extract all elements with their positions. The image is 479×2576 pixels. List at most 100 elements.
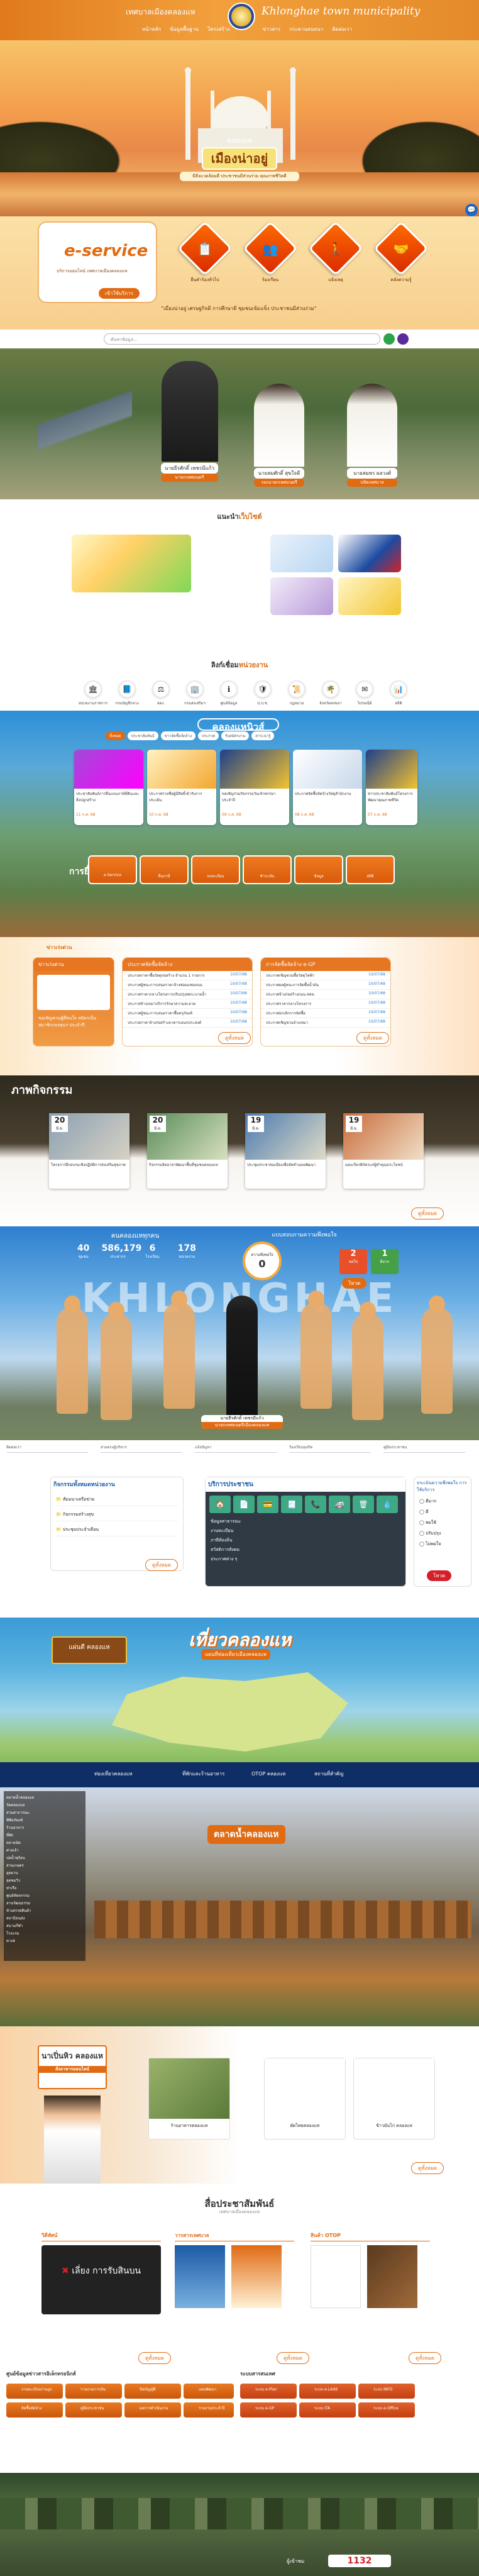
- radio-option[interactable]: ◯ ปรับปรุง: [414, 1528, 471, 1539]
- service-icon[interactable]: 💧: [377, 1496, 398, 1513]
- eservice-card[interactable]: e-service บริการออนไลน์ เทศบาลเมืองคลองแ…: [38, 221, 157, 303]
- strip-item[interactable]: สายตรงผู้บริหาร: [101, 1444, 182, 1453]
- chat-icon[interactable]: 💬: [465, 204, 478, 216]
- tourism-list-item[interactable]: ตลาดน้ำคลองแห: [6, 1794, 83, 1801]
- settings-icon[interactable]: [397, 333, 409, 345]
- journal-cover[interactable]: [231, 2245, 282, 2308]
- info-button[interactable]: คู่มือประชาชน: [65, 2402, 122, 2418]
- link-item[interactable]: 🌴 จังหวัดสงขลา: [313, 680, 348, 706]
- radio-option[interactable]: ◯ ไม่พอใจ: [414, 1539, 471, 1550]
- tourism-list-item[interactable]: ตลาดนัด: [6, 1839, 83, 1846]
- tab-pr[interactable]: ประชาสัมพันธ์: [127, 731, 158, 740]
- more-button[interactable]: ดูทั้งหมด: [277, 2352, 310, 2364]
- more-button[interactable]: ดูทั้งหมด: [409, 2352, 442, 2364]
- efiling-button[interactable]: ข้อมูล: [294, 855, 343, 884]
- more-button[interactable]: ดูทั้งหมด: [356, 1032, 390, 1044]
- service-item[interactable]: 🚶 แจ้งเหตุ: [308, 221, 363, 284]
- tourism-list-item[interactable]: ที่พัก: [6, 1831, 83, 1839]
- service-item[interactable]: 👥 ร้องเรียน: [243, 221, 298, 284]
- radio-option[interactable]: ◯ พอใช้: [414, 1518, 471, 1528]
- list-item[interactable]: 10/07/68 ประกาศยกเลิกการจัดซื้อ: [261, 1009, 390, 1018]
- system-button[interactable]: ระบบ INFO: [358, 2384, 415, 2399]
- news-card[interactable]: ประกาศรายชื่อผู้มีสิทธิ์เข้ารับการประเมิ…: [147, 750, 216, 825]
- list-item[interactable]: 10/07/68 ประกาศราคากลางโครงการปรับปรุงท่อ…: [123, 990, 252, 999]
- executive-card[interactable]: นายสมศักดิ์ สุขใจดี รองนายกเทศมนตรี: [254, 384, 304, 487]
- tourism-list-item[interactable]: สถานีขนส่ง: [6, 1914, 83, 1922]
- list-item[interactable]: 10/07/68 ประกาศผู้ชนะการเสนอราคาจ้างซ่อมแ…: [123, 980, 252, 990]
- service-icon[interactable]: 🗑: [353, 1496, 374, 1513]
- tourism-list-item[interactable]: สนามกีฬา: [6, 1922, 83, 1929]
- otop-item[interactable]: [367, 2245, 417, 2308]
- nav-item[interactable]: ข้อมูลพื้นฐาน: [170, 25, 199, 33]
- more-button[interactable]: ดูทั้งหมด: [145, 1559, 179, 1571]
- radio-option[interactable]: ◯ ดีมาก: [414, 1496, 471, 1507]
- link-item[interactable]: ✉ ไปรษณีย์: [347, 680, 382, 706]
- activity-card[interactable]: 20 มิ.ย. โครงการฝึกอบรมเชิงปฏิบัติการส่งเส…: [49, 1113, 129, 1189]
- activity-card[interactable]: 19 มิ.ย. มอบเกียรติบัตรแก่ผู้ทำคุณประโยชน์: [343, 1113, 424, 1189]
- reco-banner[interactable]: [338, 535, 401, 572]
- nav-item[interactable]: โครงสร้าง: [207, 25, 229, 33]
- link-item[interactable]: 📘 กรมบัญชีกลาง: [109, 680, 145, 706]
- service-item[interactable]: 📋 ยื่นคำร้องทั่วไป: [177, 221, 233, 284]
- list-item[interactable]: 📁 สัมมนาเครือข่าย: [56, 1494, 178, 1506]
- news-card[interactable]: ประกาศจัดซื้อจัดจ้างวัสดุสำนักงาน 08 ก.ค.…: [293, 750, 362, 825]
- info-button[interactable]: รายงานประจำปี: [184, 2402, 234, 2418]
- link-item[interactable]: ℹ ศูนย์ข้อมูล: [211, 680, 246, 706]
- list-item[interactable]: 10/07/68 ประกาศจ้างก่อสร้างถนน คสล.: [261, 990, 390, 999]
- link-item[interactable]: 🏛 หน่วยงานราชการ: [75, 680, 111, 706]
- efiling-button[interactable]: สถิติ: [346, 855, 395, 884]
- system-button[interactable]: ระบบ e-GP: [240, 2402, 297, 2418]
- service-item[interactable]: ข้อมูลสาธารณะ: [206, 1517, 405, 1526]
- system-button[interactable]: ระบบ e-LAAS: [299, 2384, 356, 2399]
- tab-all[interactable]: ทั้งหมด: [106, 731, 125, 740]
- vote-button[interactable]: โหวต: [427, 1570, 452, 1581]
- tourism-list-item[interactable]: จุดชมวิว: [6, 1877, 83, 1884]
- list-item[interactable]: 10/07/68 ประกาศเชิญชวนซื้อวัสดุไฟฟ้า: [261, 971, 390, 980]
- tourism-list-item[interactable]: ศาลเจ้า: [6, 1846, 83, 1854]
- list-item[interactable]: 10/07/68 ประกาศจ้างเหมาบริการรักษาความสะอ…: [123, 999, 252, 1009]
- link-item[interactable]: 📜 กฎหมาย: [279, 680, 314, 706]
- reco-banner[interactable]: [338, 577, 401, 615]
- reco-banner[interactable]: [270, 577, 333, 615]
- nav-item[interactable]: ข่าวสาร: [263, 25, 280, 33]
- efiling-button[interactable]: ชำระเงิน: [243, 855, 292, 884]
- tourism-list-item[interactable]: สวนสาธารณะ: [6, 1809, 83, 1816]
- efiling-button[interactable]: ยื่นภาษี: [140, 855, 189, 884]
- search-icon[interactable]: [383, 333, 395, 345]
- service-item[interactable]: งานทะเบียน: [206, 1526, 405, 1536]
- news-card[interactable]: ข่าวประชาสัมพันธ์โครงการพัฒนาคุณภาพชีวิต…: [366, 750, 417, 825]
- more-button[interactable]: ดูทั้งหมด: [138, 2352, 172, 2364]
- tourism-list-item[interactable]: อุทยาน: [6, 1869, 83, 1877]
- service-item[interactable]: สวัสดิการสังคม: [206, 1545, 405, 1555]
- system-button[interactable]: ระบบ ITA: [299, 2402, 356, 2418]
- link-item[interactable]: ⚖ สตง.: [143, 680, 179, 706]
- bar-item[interactable]: ที่พักและร้านอาหาร: [182, 1770, 224, 1778]
- service-item[interactable]: 🤝 คลังความรู้: [373, 221, 429, 284]
- strip-item[interactable]: ร้องเรียนทุจริต: [289, 1444, 371, 1453]
- tourism-list-item[interactable]: โรงแรม: [6, 1929, 83, 1937]
- reco-banner-large[interactable]: [72, 535, 191, 592]
- list-item[interactable]: 10/07/68 ประกวดราคาซื้อวัสดุก่อสร้าง จำนว…: [123, 971, 252, 980]
- bar-item[interactable]: สถานที่สำคัญ: [314, 1770, 344, 1778]
- list-item[interactable]: 📁 กิจกรรมสร้างสุข: [56, 1509, 178, 1521]
- more-button[interactable]: ดูทั้งหมด: [411, 2162, 444, 2174]
- tourism-list-item[interactable]: วัดคลองแห: [6, 1801, 83, 1809]
- link-item[interactable]: 📊 สถิติ: [381, 680, 416, 706]
- bar-item[interactable]: OTOP คลองแห: [251, 1770, 285, 1778]
- more-button[interactable]: ดูทั้งหมด: [411, 1208, 444, 1219]
- service-icon[interactable]: 📄: [233, 1496, 255, 1513]
- service-icon[interactable]: 📞: [305, 1496, 326, 1513]
- link-item[interactable]: 🏢 กรมส่งเสริมฯ: [177, 680, 212, 706]
- tourism-list-item[interactable]: บ่อน้ำพุร้อน: [6, 1854, 83, 1862]
- list-item[interactable]: 10/07/68 ประกาศเชิญชวนจ้างเหมา: [261, 1018, 390, 1028]
- list-item[interactable]: 10/07/68 ประกาศราคากลางโครงการ: [261, 999, 390, 1009]
- system-button[interactable]: ระบบ e-Plan: [240, 2384, 297, 2399]
- nav-item[interactable]: หน้าหลัก: [142, 25, 161, 33]
- service-icon[interactable]: 🏠: [209, 1496, 231, 1513]
- info-button[interactable]: รายงานการเงิน: [65, 2384, 122, 2399]
- urgent-box[interactable]: ข่าวเร่งด่วน ขอเชิญชวนผู้ที่สนใจ สมัครเป…: [33, 957, 114, 1046]
- tab-announce[interactable]: ประกาศ: [197, 731, 219, 740]
- tab-knowledge[interactable]: สาระน่ารู้: [251, 731, 275, 740]
- link-item[interactable]: 🛡 ป.ป.ช.: [245, 680, 280, 706]
- service-icon[interactable]: 🚑: [329, 1496, 350, 1513]
